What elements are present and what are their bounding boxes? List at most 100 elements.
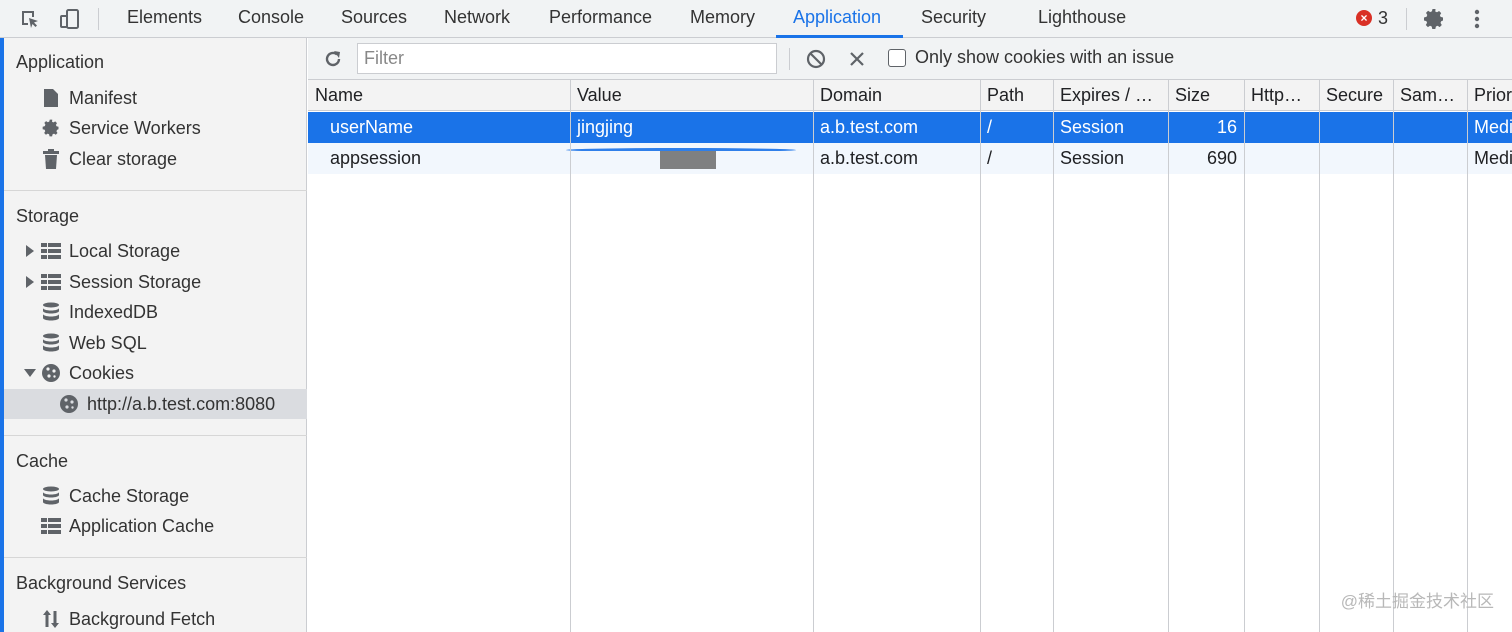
section-title-application: Application (16, 52, 105, 72)
table-row[interactable]: appsession a.b.test.com / Session 690 Me… (308, 143, 1512, 174)
column-header-path[interactable]: Path (980, 80, 1053, 111)
section-title-storage: Storage (16, 206, 80, 226)
toolbar-divider (789, 48, 790, 70)
toolbar-divider (1406, 8, 1407, 30)
column-header-httponly[interactable]: Http… (1244, 80, 1319, 111)
tab-sources[interactable]: Sources (341, 0, 407, 38)
devtools-tab-bar: Elements Console Sources Network Perform… (0, 0, 1512, 38)
cell-size: 690 (1206, 148, 1237, 168)
sidebar-item-label: Session Storage (69, 271, 202, 292)
sidebar-item-cache-storage[interactable]: Cache Storage (4, 481, 307, 511)
table-row[interactable]: userName jingjing a.b.test.com / Session… (308, 112, 1512, 143)
column-divider[interactable] (1393, 80, 1394, 632)
more-options-icon[interactable] (1464, 6, 1490, 32)
cell-domain: a.b.test.com (820, 148, 919, 168)
table-icon (40, 271, 62, 293)
column-header-expires[interactable]: Expires / … (1053, 80, 1168, 111)
cell-name: appsession (330, 148, 422, 168)
expand-arrow-icon[interactable] (24, 276, 36, 288)
cell-value: jingjing (577, 117, 634, 137)
column-divider[interactable] (1467, 80, 1468, 632)
database-icon (40, 332, 62, 354)
tab-elements[interactable]: Elements (127, 0, 202, 38)
tab-memory[interactable]: Memory (690, 0, 755, 38)
tab-network[interactable]: Network (444, 0, 510, 38)
trash-icon (40, 148, 62, 170)
filter-input[interactable] (357, 43, 777, 74)
sidebar-item-background-fetch[interactable]: Background Fetch (4, 604, 307, 632)
tab-application[interactable]: Application (776, 0, 903, 38)
delete-selected-icon[interactable] (844, 46, 870, 72)
inspect-element-icon[interactable] (17, 6, 43, 32)
sidebar-item-label: Local Storage (69, 240, 181, 261)
tab-performance[interactable]: Performance (549, 0, 652, 38)
section-divider (4, 557, 307, 558)
application-sidebar: Application Manifest Service Workers Cle… (4, 38, 307, 632)
device-toolbar-icon[interactable] (56, 6, 82, 32)
sidebar-item-indexeddb[interactable]: IndexedDB (4, 297, 307, 327)
collapse-arrow-icon[interactable] (24, 367, 36, 379)
section-title-background-services: Background Services (16, 573, 187, 593)
issue-filter-checkbox[interactable] (888, 49, 906, 67)
tab-security[interactable]: Security (921, 0, 986, 38)
table-header: Name Value Domain Path Expires / … Size … (308, 80, 1512, 111)
column-divider[interactable] (1244, 80, 1245, 632)
updown-arrows-icon (40, 608, 62, 630)
cookies-toolbar: Only show cookies with an issue (308, 38, 1512, 80)
column-divider[interactable] (570, 80, 571, 632)
refresh-icon[interactable] (320, 46, 346, 72)
database-icon (40, 301, 62, 323)
issue-filter-label: Only show cookies with an issue (915, 47, 1175, 67)
clear-all-icon[interactable] (803, 46, 829, 72)
cell-priority: Medi (1474, 148, 1512, 168)
sidebar-item-label: Web SQL (69, 332, 147, 353)
tab-lighthouse[interactable]: Lighthouse (1038, 0, 1126, 38)
column-divider[interactable] (1319, 80, 1320, 632)
sidebar-item-manifest[interactable]: Manifest (4, 83, 307, 113)
sidebar-item-cookies[interactable]: Cookies (4, 358, 307, 388)
column-header-samesite[interactable]: Sam… (1393, 80, 1467, 111)
column-header-secure[interactable]: Secure (1319, 80, 1393, 111)
cell-expires: Session (1060, 148, 1125, 168)
database-icon (40, 485, 62, 507)
column-divider[interactable] (980, 80, 981, 632)
sidebar-item-label: Manifest (69, 87, 138, 108)
settings-gear-icon[interactable] (1421, 6, 1447, 32)
column-header-name[interactable]: Name (308, 80, 570, 111)
column-divider[interactable] (1053, 80, 1054, 632)
column-divider[interactable] (1168, 80, 1169, 632)
sidebar-item-web-sql[interactable]: Web SQL (4, 328, 307, 358)
sidebar-item-label: IndexedDB (69, 301, 159, 322)
sidebar-item-label: Application Cache (69, 515, 215, 536)
cell-priority: Medi (1474, 117, 1512, 137)
sidebar-item-label: Service Workers (69, 117, 201, 138)
sidebar-item-application-cache[interactable]: Application Cache (4, 511, 307, 541)
column-divider[interactable] (813, 80, 814, 632)
cell-path: / (987, 117, 993, 137)
sidebar-item-cookie-origin[interactable]: http://a.b.test.com:8080 (4, 389, 307, 419)
column-header-priority[interactable]: Prior (1467, 80, 1512, 111)
cookies-table: Name Value Domain Path Expires / … Size … (308, 80, 1512, 632)
cell-domain: a.b.test.com (820, 117, 919, 137)
sidebar-item-service-workers[interactable]: Service Workers (4, 113, 307, 143)
sidebar-item-session-storage[interactable]: Session Storage (4, 267, 307, 297)
expand-arrow-icon[interactable] (24, 245, 36, 257)
error-count-badge[interactable]: × 3 (1356, 6, 1388, 30)
cookie-icon (40, 362, 62, 384)
toolbar-divider (98, 8, 99, 30)
watermark: @稀土掘金技术社区 (1340, 592, 1494, 611)
redaction-scribble (566, 148, 796, 152)
table-icon (40, 515, 62, 537)
cell-size: 16 (1216, 117, 1237, 137)
column-header-domain[interactable]: Domain (813, 80, 980, 111)
redacted-value-mark (660, 151, 716, 169)
error-count: 3 (1378, 7, 1389, 28)
tab-console[interactable]: Console (238, 0, 304, 38)
section-divider (4, 190, 307, 191)
column-header-value[interactable]: Value (570, 80, 813, 111)
sidebar-item-label: http://a.b.test.com:8080 (87, 393, 276, 414)
gear-icon (40, 117, 62, 139)
sidebar-item-clear-storage[interactable]: Clear storage (4, 144, 307, 174)
sidebar-item-local-storage[interactable]: Local Storage (4, 236, 307, 266)
column-header-size[interactable]: Size (1168, 80, 1244, 111)
